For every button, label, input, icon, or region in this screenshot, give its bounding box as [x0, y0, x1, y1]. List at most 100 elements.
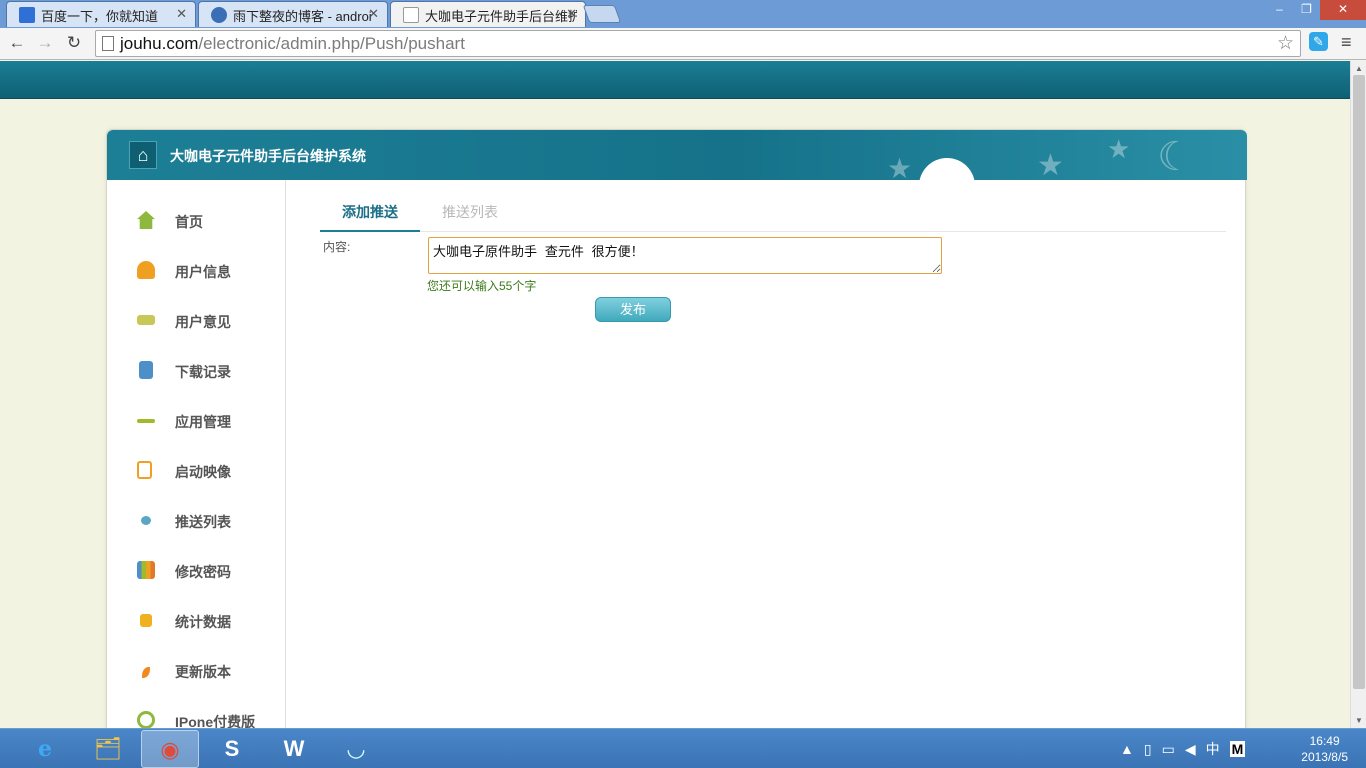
admin-panel: ⌂ 大咖电子元件助手后台维护系统 ★ ★ ★ ☾ 首页 用户信息 用户意见 下载…	[106, 129, 1247, 728]
sidebar-item-label: 首页	[175, 214, 203, 230]
moon-decoration-icon	[919, 158, 975, 180]
file-explorer-icon[interactable]: 🗂	[79, 730, 137, 768]
word-icon[interactable]: W	[265, 730, 323, 768]
sidebar-item-statistics[interactable]: 统计数据	[107, 595, 286, 645]
back-arrow-icon[interactable]: ←	[6, 32, 28, 54]
clock-date: 2013/8/5	[1301, 750, 1348, 764]
close-tab-icon[interactable]: ✕	[566, 6, 577, 22]
users-icon	[137, 261, 155, 279]
browser-tab-strip: 百度一下，你就知道 ✕ 雨下整夜的博客 - androi ✕ 大咖电子元件助手后…	[0, 0, 1366, 28]
remaining-chars-hint: 您还可以输入55个字	[427, 279, 537, 293]
home-icon	[137, 211, 155, 229]
tab-add-push[interactable]: 添加推送	[320, 202, 420, 232]
browser-tab-title: 大咖电子元件助手后台维护	[425, 9, 577, 24]
sidebar-item-app-management[interactable]: 应用管理	[107, 395, 286, 445]
system-clock[interactable]: 16:49 2013/8/5	[1301, 733, 1348, 765]
wifi-share-icon[interactable]: ◡	[327, 730, 385, 768]
sidebar-item-user-info[interactable]: 用户信息	[107, 245, 286, 295]
sidebar-item-feedback[interactable]: 用户意见	[107, 295, 286, 345]
show-hidden-icons-icon[interactable]: ▲	[1120, 741, 1134, 757]
refresh-icon	[137, 711, 155, 728]
browser-tab-admin[interactable]: 大咖电子元件助手后台维护 ✕	[390, 1, 586, 27]
sidebar-item-label: 用户意见	[175, 314, 231, 330]
tab-push-list[interactable]: 推送列表	[442, 202, 498, 222]
star-decoration-icon: ★	[1107, 134, 1131, 164]
sidebar-item-label: 修改密码	[175, 564, 231, 580]
minimize-button[interactable]: –	[1266, 0, 1293, 20]
url-path: /electronic/admin.php/Push/pushart	[198, 34, 465, 53]
close-tab-icon[interactable]: ✕	[176, 6, 187, 22]
restore-button[interactable]: ❐	[1293, 0, 1320, 20]
document-icon	[403, 7, 419, 23]
home-icon[interactable]: ⌂	[129, 141, 157, 169]
address-bar[interactable]: jouhu.com/electronic/admin.php/Push/push…	[95, 30, 1301, 57]
image-icon	[137, 461, 152, 479]
sidebar-item-push-list[interactable]: 推送列表	[107, 495, 286, 545]
sogou-icon[interactable]: S	[203, 730, 261, 768]
power-icon[interactable]: ▭	[1162, 741, 1175, 758]
blog-icon	[211, 7, 227, 23]
ime-icon[interactable]: 中	[1206, 739, 1220, 759]
sidebar-item-label: 应用管理	[175, 414, 231, 430]
publish-button[interactable]: 发布	[595, 297, 671, 322]
lock-icon	[140, 614, 152, 627]
main-content: 添加推送 推送列表 内容: 大咖电子原件助手 查元件 很方便！ 您还可以输入55…	[287, 180, 1245, 728]
browser-tab-title: 百度一下，你就知道	[41, 9, 159, 24]
scroll-up-icon[interactable]: ▲	[1355, 64, 1363, 73]
content-tabs: 添加推送 推送列表	[320, 180, 1226, 232]
star-decoration-icon: ★	[1037, 149, 1064, 180]
sidebar-item-downloads[interactable]: 下载记录	[107, 345, 286, 395]
sidebar-item-iphone-paid[interactable]: IPone付费版	[107, 695, 286, 728]
close-tab-icon[interactable]: ✕	[368, 6, 379, 22]
internet-explorer-icon[interactable]: e	[16, 730, 74, 768]
vertical-scrollbar[interactable]: ▲ ▼	[1350, 61, 1366, 728]
sidebar-item-label: 更新版本	[175, 664, 231, 680]
browser-tab-blog[interactable]: 雨下整夜的博客 - androi ✕	[198, 1, 388, 27]
chrome-icon[interactable]: ◉	[141, 730, 199, 768]
clock-time: 16:49	[1309, 734, 1340, 748]
moon-decoration-icon: ☾	[1157, 135, 1193, 179]
windows-taskbar: e 🗂 ◉ S W ◡ ▲ ▯ ▭ ◀ 中 M 16:49 2013/8/5	[0, 728, 1366, 768]
network-icon[interactable]: ▯	[1144, 741, 1152, 758]
extension-icon[interactable]: ✎	[1309, 32, 1328, 51]
books-icon	[137, 561, 155, 579]
window-controls: – ❐ ✕	[1266, 0, 1366, 20]
sidebar-item-label: 用户信息	[175, 264, 231, 280]
baidu-paw-icon	[19, 7, 35, 23]
content-textarea[interactable]: 大咖电子原件助手 查元件 很方便！	[428, 237, 942, 274]
leaf-icon	[142, 667, 150, 678]
ime-mode-icon[interactable]: M	[1229, 741, 1246, 757]
sidebar-item-home[interactable]: 首页	[107, 195, 286, 245]
page-icon	[102, 36, 114, 51]
close-window-button[interactable]: ✕	[1320, 0, 1366, 20]
sidebar-item-label: 推送列表	[175, 514, 231, 530]
star-decoration-icon: ★	[887, 153, 913, 180]
download-icon	[139, 361, 153, 379]
sidebar-item-label: 统计数据	[175, 614, 231, 630]
sidebar-item-label: 启动映像	[175, 464, 231, 480]
app-icon	[137, 419, 155, 423]
sidebar-item-label: 下载记录	[175, 364, 231, 380]
sidebar-item-update-version[interactable]: 更新版本	[107, 645, 286, 695]
feedback-icon	[137, 315, 155, 325]
panel-title: 大咖电子元件助手后台维护系统	[170, 148, 366, 164]
scroll-down-icon[interactable]: ▼	[1355, 716, 1363, 725]
browser-tab-title: 雨下整夜的博客 - androi	[233, 9, 372, 24]
sidebar-item-startup-image[interactable]: 启动映像	[107, 445, 286, 495]
browser-tab-baidu[interactable]: 百度一下，你就知道 ✕	[6, 1, 196, 27]
new-tab-button[interactable]	[582, 5, 622, 23]
bookmark-star-icon[interactable]: ☆	[1277, 32, 1294, 55]
content-field-label: 内容:	[323, 240, 351, 254]
site-header-band	[0, 61, 1350, 99]
menu-icon[interactable]: ≡	[1341, 32, 1352, 53]
url-host: jouhu.com	[120, 34, 199, 53]
volume-icon[interactable]: ◀	[1185, 741, 1196, 758]
reload-icon[interactable]: ↻	[63, 32, 85, 54]
chat-bubble-icon	[141, 516, 151, 525]
sidebar: 首页 用户信息 用户意见 下载记录 应用管理 启动映像 推送列表 修改密码 统计…	[107, 180, 286, 728]
browser-toolbar: ← → ↻ jouhu.com/electronic/admin.php/Pus…	[0, 28, 1366, 60]
sidebar-item-change-password[interactable]: 修改密码	[107, 545, 286, 595]
scrollbar-thumb[interactable]	[1353, 75, 1365, 689]
forward-arrow-icon[interactable]: →	[34, 32, 56, 54]
panel-header: ⌂ 大咖电子元件助手后台维护系统 ★ ★ ★ ☾	[107, 130, 1247, 180]
